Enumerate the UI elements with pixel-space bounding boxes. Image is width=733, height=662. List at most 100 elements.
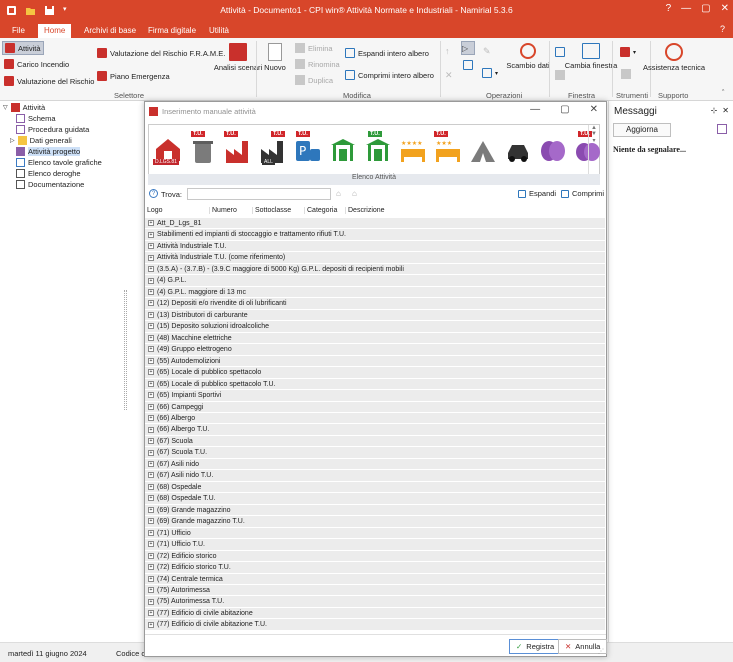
tree-item-schema[interactable]: Schema [16, 114, 56, 123]
tab-firma[interactable]: Firma digitale [142, 24, 202, 38]
close-button[interactable]: ✕ [721, 3, 729, 14]
expand-button[interactable]: Espandi [518, 189, 556, 198]
comprimi-albero-button[interactable]: Comprimi intero albero [345, 70, 434, 80]
expand-row-icon[interactable]: + [148, 587, 154, 594]
assistenza-tecnica-button[interactable]: Assistenza tecnica [643, 43, 705, 72]
expand-row-icon[interactable]: + [148, 426, 154, 433]
registra-button[interactable]: ✓ Registra [509, 639, 562, 654]
help-button[interactable]: ? [666, 3, 672, 14]
list-item[interactable]: + Stabilimenti ed impianti di stoccaggio … [145, 229, 605, 241]
activity-fuel-icon[interactable] [327, 131, 359, 167]
activity-theatre-icon[interactable] [537, 131, 569, 167]
strumenti-tool-button[interactable]: ▾ [620, 47, 636, 57]
scambio-dati-button[interactable]: Scambio dati [506, 43, 550, 70]
list-item[interactable]: + (49) Gruppo elettrogeno [145, 344, 605, 356]
list-item[interactable]: + (67) Asili nido T.U. [145, 470, 605, 482]
list-item[interactable]: + (77) Edificio di civile abitazione [145, 607, 605, 620]
col-numero[interactable]: Numero [209, 207, 237, 214]
icon-strip-scroll[interactable]: ▲ ▼ ▾ [588, 125, 599, 175]
list-item[interactable]: + (69) Grande magazzino T.U. [145, 516, 605, 528]
expand-row-icon[interactable]: + [148, 598, 154, 605]
expand-row-icon[interactable]: + [148, 621, 154, 628]
expand-row-icon[interactable]: + [148, 575, 154, 582]
expand-row-icon[interactable]: + [148, 403, 154, 410]
expand-row-icon[interactable]: + [148, 254, 154, 261]
home-icon[interactable] [555, 47, 565, 57]
expand-row-icon[interactable]: + [148, 541, 154, 548]
move-up-icon[interactable]: ↑ [445, 46, 450, 56]
expand-row-icon[interactable]: + [148, 323, 154, 330]
list-item[interactable]: + (68) Ospedale [145, 481, 605, 494]
list-item[interactable]: + (72) Edificio storico T.U. [145, 562, 605, 574]
nuovo-button[interactable]: Nuovo [262, 43, 288, 72]
tree-item-deroghe[interactable]: Elenco deroghe [16, 169, 81, 178]
expand-row-icon[interactable]: + [148, 357, 154, 364]
expand-icon[interactable]: ▷ [10, 137, 15, 144]
list-item[interactable]: + (75) Autorimessa [145, 585, 605, 597]
expand-row-icon[interactable]: + [148, 392, 154, 399]
activity-gpl-icon[interactable]: T.U. P [292, 131, 324, 167]
tree-root[interactable]: ▽ Attività [3, 103, 45, 112]
tab-home[interactable]: Home [38, 24, 72, 38]
list-item[interactable]: + (66) Albergo T.U. [145, 424, 605, 436]
valutazione-frame-button[interactable]: Valutazione del Rischio F.R.A.M.E. [97, 48, 225, 58]
list-item[interactable]: + (72) Edificio storico [145, 550, 605, 563]
activity-industrial-icon[interactable]: T.U. [222, 131, 254, 167]
expand-row-icon[interactable]: + [148, 564, 154, 571]
expand-row-icon[interactable]: + [148, 552, 154, 559]
collapse-icon[interactable]: ▽ [3, 104, 8, 111]
activity-hotel-icon[interactable]: ★★★★ [397, 131, 429, 167]
piano-emergenza-button[interactable]: Piano Emergenza [97, 71, 170, 81]
window-icon[interactable] [555, 70, 565, 80]
tab-utilita[interactable]: Utilità [203, 24, 235, 38]
list-item[interactable]: + (67) Scuola T.U. [145, 447, 605, 459]
expand-row-icon[interactable]: + [148, 220, 154, 227]
move-down-icon[interactable]: ✕ [445, 70, 453, 81]
list-item[interactable]: + (71) Ufficio [145, 527, 605, 540]
expand-row-icon[interactable]: + [148, 472, 154, 479]
pen-icon[interactable]: ✎ [483, 46, 491, 57]
tree-item-tavole[interactable]: Elenco tavole grafiche [16, 158, 102, 167]
list-item[interactable]: + (66) Albergo [145, 412, 605, 425]
list-item[interactable]: + (65) Locale di pubblico spettacolo [145, 367, 605, 379]
expand-row-icon[interactable]: + [148, 231, 154, 238]
expand-row-icon[interactable]: + [148, 311, 154, 318]
list-item[interactable]: + (12) Depositi e/o rivendite di oli lubr… [145, 298, 605, 310]
tree-item-procedura[interactable]: Procedura guidata [16, 125, 89, 134]
list-item[interactable]: + (74) Centrale termica [145, 573, 605, 585]
print-icon[interactable]: ▾ [482, 68, 498, 78]
tree-item-dati-generali[interactable]: ▷ Dati generali [10, 136, 72, 145]
dialog-minimize-button[interactable]: — [530, 104, 540, 115]
expand-row-icon[interactable]: + [148, 495, 154, 502]
col-logo[interactable]: Logo [145, 207, 163, 214]
expand-row-icon[interactable]: + [148, 506, 154, 513]
duplica-button[interactable]: Duplica [295, 75, 333, 85]
list-item[interactable]: + (4) G.P.L. maggiore di 13 mc [145, 286, 605, 299]
search-prev-icon[interactable]: ⌂ [336, 189, 347, 199]
close-panel-icon[interactable]: ✕ [722, 106, 729, 115]
expand-row-icon[interactable]: + [148, 334, 154, 341]
expand-row-icon[interactable]: + [148, 610, 154, 617]
expand-row-icon[interactable]: + [148, 288, 154, 295]
expand-row-icon[interactable]: + [148, 438, 154, 445]
list-item[interactable]: + Att_D_Lgs_81 [145, 218, 605, 230]
search-next-icon[interactable]: ⌂ [352, 189, 363, 199]
list-item[interactable]: + (15) Deposito soluzioni idroalcoliche [145, 321, 605, 333]
activity-hotel-tu-icon[interactable]: T.U. ★★★ [432, 131, 464, 167]
minimize-button[interactable]: — [681, 3, 691, 14]
save-messages-icon[interactable] [717, 124, 727, 134]
list-item[interactable]: + (13) Distributori di carburante [145, 309, 605, 322]
list-item[interactable]: + (67) Asili nido [145, 458, 605, 471]
expand-row-icon[interactable]: + [148, 277, 154, 284]
expand-row-icon[interactable]: + [148, 243, 154, 250]
expand-row-icon[interactable]: + [148, 380, 154, 387]
search-input[interactable] [187, 188, 331, 200]
cambia-finestra-button[interactable]: Cambia finestra [565, 43, 617, 70]
expand-row-icon[interactable]: + [148, 483, 154, 490]
collapse-ribbon-icon[interactable]: ˆ [722, 90, 724, 97]
tab-archivi[interactable]: Archivi di base [78, 24, 142, 38]
expand-row-icon[interactable]: + [148, 415, 154, 422]
dialog-close-button[interactable]: ✕ [590, 104, 598, 115]
list-item[interactable]: + (55) Autodemolizioni [145, 355, 605, 368]
list-item[interactable]: + Attività Industriale T.U. (come riferim… [145, 252, 605, 264]
